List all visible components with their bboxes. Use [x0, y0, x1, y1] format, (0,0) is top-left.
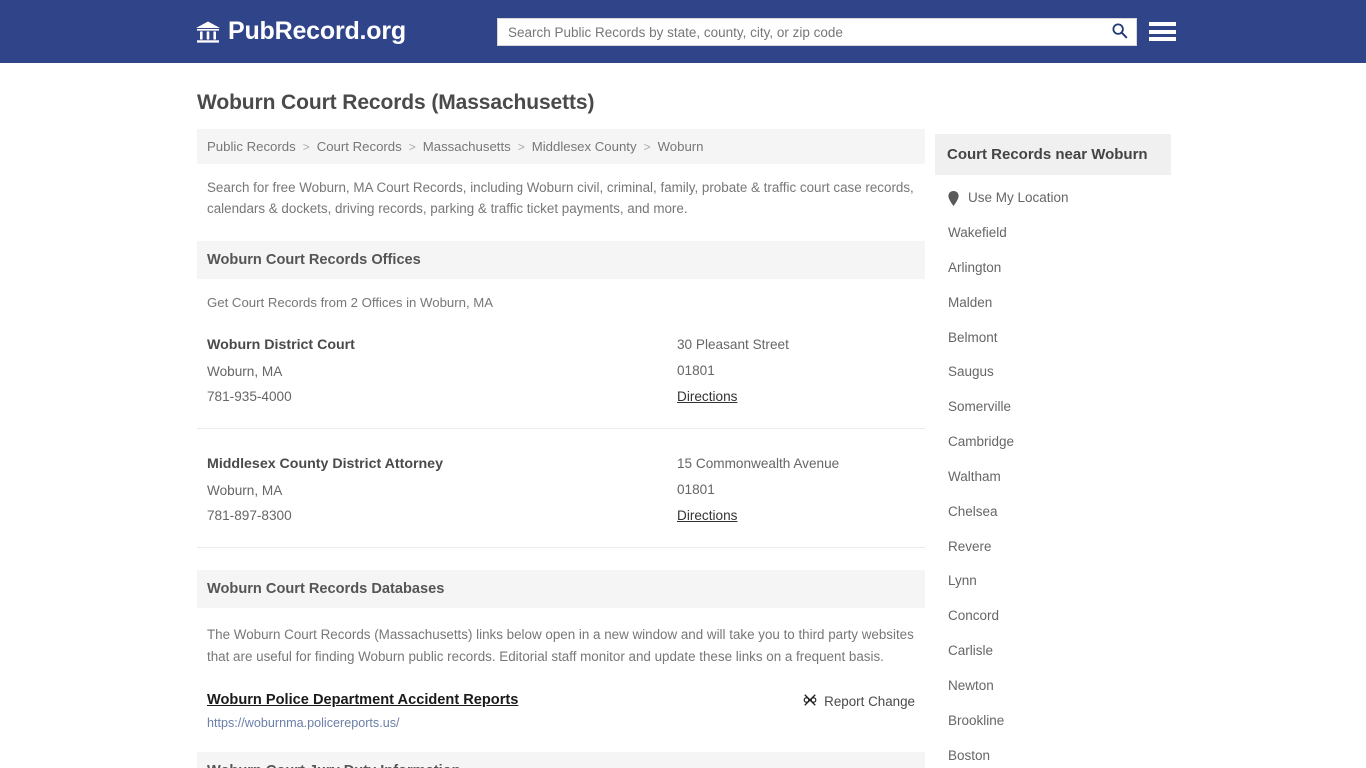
search-icon [1111, 22, 1128, 42]
office-left-column: Middlesex County District Attorney Wobur… [207, 451, 677, 529]
office-phone: 781-935-4000 [207, 389, 292, 405]
sidebar-item-newton[interactable]: Newton [935, 669, 1171, 704]
breadcrumb-item-public-records[interactable]: Public Records [207, 139, 296, 154]
sidebar: Court Records near Woburn Use My Locatio… [935, 63, 1171, 768]
office-entry: Woburn District Court Woburn, MA 781-935… [197, 310, 925, 430]
sidebar-item-label: Use My Location [968, 190, 1069, 206]
database-url[interactable]: https://woburnma.policereports.us/ [197, 710, 925, 730]
report-change-icon [803, 693, 817, 710]
hamburger-menu-icon [1149, 29, 1176, 34]
sidebar-item-label: Arlington [948, 259, 1002, 275]
sidebar-heading: Court Records near Woburn [935, 134, 1171, 175]
page-body: Woburn Court Records (Massachusetts) Pub… [0, 63, 1366, 768]
office-name: Middlesex County District Attorney [207, 456, 443, 473]
office-street: 15 Commonwealth Avenue [677, 456, 840, 472]
sidebar-item-cambridge[interactable]: Cambridge [935, 425, 1171, 460]
section-heading-offices: Woburn Court Records Offices [197, 241, 925, 280]
breadcrumb-separator: > [302, 139, 310, 154]
sidebar-item-concord[interactable]: Concord [935, 599, 1171, 634]
report-change-label: Report Change [824, 693, 915, 709]
offices-count-note: Get Court Records from 2 Offices in Wobu… [207, 295, 494, 311]
directions-link[interactable]: Directions [677, 503, 737, 529]
search-bar[interactable] [497, 18, 1137, 46]
search-button[interactable] [1102, 19, 1136, 45]
database-link[interactable]: Woburn Police Department Accident Report… [207, 692, 518, 710]
search-input[interactable] [498, 19, 1102, 45]
office-entry: Middlesex County District Attorney Wobur… [197, 429, 925, 549]
sidebar-item-lynn[interactable]: Lynn [935, 564, 1171, 599]
breadcrumb-item-woburn[interactable]: Woburn [658, 139, 704, 154]
brand-name: PubRecord.org [228, 17, 406, 45]
hamburger-menu-button[interactable] [1149, 19, 1176, 44]
site-header: PubRecord.org [0, 0, 1366, 63]
hamburger-menu-icon [1149, 37, 1176, 41]
office-right-column: 15 Commonwealth Avenue 01801 Directions [677, 451, 915, 529]
bank-building-icon [195, 20, 221, 44]
sidebar-item-revere[interactable]: Revere [935, 530, 1171, 565]
database-entry: Woburn Police Department Accident Report… [197, 668, 925, 710]
content-container: Woburn Court Records (Massachusetts) Pub… [193, 63, 1173, 768]
site-logo-link[interactable]: PubRecord.org [195, 17, 406, 46]
office-name: Woburn District Court [207, 337, 355, 354]
sidebar-item-label: Carlisle [948, 643, 994, 659]
sidebar-item-label: Brookline [948, 712, 1005, 728]
sidebar-item-chelsea[interactable]: Chelsea [935, 495, 1171, 530]
sidebar-item-waltham[interactable]: Waltham [935, 460, 1171, 495]
office-phone: 781-897-8300 [207, 508, 292, 524]
sidebar-item-label: Newton [948, 677, 994, 693]
section-heading-jury-duty: Woburn Court Jury Duty Information [197, 751, 925, 768]
office-left-column: Woburn District Court Woburn, MA 781-935… [207, 332, 677, 410]
section-heading-databases: Woburn Court Records Databases [197, 570, 925, 609]
sidebar-item-label: Belmont [948, 329, 998, 345]
breadcrumb-separator: > [643, 139, 651, 154]
sidebar-item-boston[interactable]: Boston [935, 739, 1171, 768]
office-street: 30 Pleasant Street [677, 337, 789, 353]
sidebar-item-use-my-location[interactable]: Use My Location [935, 181, 1171, 216]
sidebar-item-belmont[interactable]: Belmont [935, 321, 1171, 356]
sidebar-city-list: Use My Location Wakefield Arlington Mald… [935, 175, 1171, 768]
sidebar-item-arlington[interactable]: Arlington [935, 251, 1171, 286]
sidebar-item-label: Saugus [948, 364, 994, 380]
page-title: Woburn Court Records (Massachusetts) [197, 91, 595, 114]
sidebar-item-label: Chelsea [948, 503, 998, 519]
page-intro-text: Search for free Woburn, MA Court Records… [207, 180, 914, 217]
office-zip: 01801 [677, 363, 715, 379]
sidebar-item-label: Waltham [948, 468, 1001, 484]
breadcrumb-item-middlesex-county[interactable]: Middlesex County [532, 139, 637, 154]
office-city-state: Woburn, MA [207, 363, 283, 379]
sidebar-item-label: Revere [948, 538, 992, 554]
hamburger-menu-icon [1149, 22, 1176, 26]
office-right-column: 30 Pleasant Street 01801 Directions [677, 332, 915, 410]
sidebar-item-somerville[interactable]: Somerville [935, 390, 1171, 425]
sidebar-item-wakefield[interactable]: Wakefield [935, 216, 1171, 251]
main-column: Woburn Court Records (Massachusetts) Pub… [197, 63, 925, 768]
report-change-button[interactable]: Report Change [803, 692, 915, 710]
map-pin-icon [948, 191, 959, 206]
sidebar-item-malden[interactable]: Malden [935, 286, 1171, 321]
breadcrumb-item-court-records[interactable]: Court Records [317, 139, 402, 154]
sidebar-item-label: Somerville [948, 399, 1012, 415]
sidebar-item-carlisle[interactable]: Carlisle [935, 634, 1171, 669]
sidebar-item-brookline[interactable]: Brookline [935, 704, 1171, 739]
sidebar-item-label: Lynn [948, 573, 977, 589]
sidebar-item-label: Wakefield [948, 225, 1007, 240]
breadcrumb-separator: > [408, 139, 416, 154]
office-zip: 01801 [677, 482, 715, 498]
breadcrumb: Public Records > Court Records > Massach… [197, 129, 925, 164]
sidebar-item-label: Cambridge [948, 434, 1015, 450]
sidebar-item-saugus[interactable]: Saugus [935, 355, 1171, 390]
directions-link[interactable]: Directions [677, 384, 737, 410]
databases-description: The Woburn Court Records (Massachusetts)… [207, 627, 914, 664]
sidebar-item-label: Malden [948, 294, 993, 310]
breadcrumb-item-massachusetts[interactable]: Massachusetts [423, 139, 511, 154]
sidebar-item-label: Boston [948, 747, 991, 763]
breadcrumb-separator: > [517, 139, 525, 154]
sidebar-item-label: Concord [948, 608, 1000, 624]
office-city-state: Woburn, MA [207, 482, 283, 498]
